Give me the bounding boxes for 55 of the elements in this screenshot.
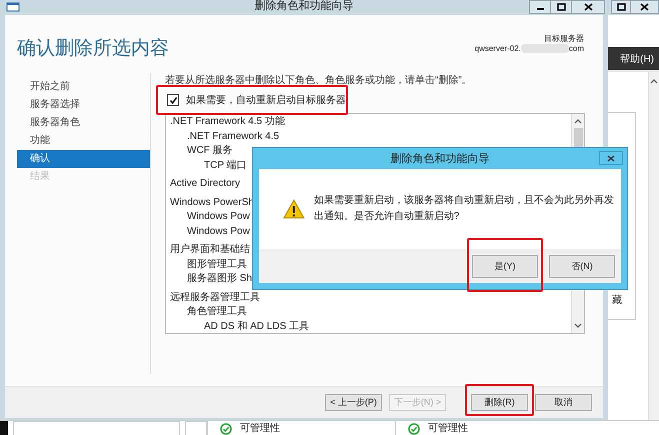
nav-item[interactable]: 确认	[17, 150, 150, 168]
nav-item[interactable]: 功能	[17, 132, 150, 150]
instruction-text: 若要从所选服务器中删除以下角色、角色服务或功能，请单击“删除”。	[165, 75, 473, 87]
list-item: AD DS 和 AD LDS 工具	[203, 320, 310, 334]
close-icon	[640, 3, 649, 11]
maximize-icon	[616, 3, 626, 11]
server-name: qwserver-02.	[474, 44, 521, 53]
list-item: 图形管理工具	[186, 258, 247, 272]
list-item: Windows Pow	[186, 210, 250, 224]
panel-text: 藏	[612, 294, 622, 307]
close-button[interactable]	[571, 0, 605, 14]
close-icon	[607, 154, 615, 162]
dialog-title: 删除角色和功能向导	[390, 152, 490, 166]
wizard-button[interactable]: 取消	[535, 394, 592, 411]
close-button[interactable]	[630, 0, 659, 14]
list-item: TCP 端口	[203, 158, 247, 172]
list-item: 角色管理工具	[186, 305, 247, 319]
help-menu[interactable]: 帮助(H)	[620, 52, 654, 66]
minimize-button[interactable]	[529, 0, 551, 14]
panel-edge	[0, 421, 8, 435]
warning-icon	[283, 199, 305, 219]
wizard-button[interactable]: < 上一步(P)	[325, 394, 382, 411]
scroll-up-icon[interactable]	[574, 118, 582, 124]
nav-item[interactable]: 服务器角色	[17, 114, 150, 132]
server-domain: com	[568, 44, 584, 53]
maximize-button[interactable]	[611, 0, 631, 14]
scroll-down-icon[interactable]	[574, 323, 582, 329]
list-item: 服务器图形 Sh	[186, 272, 252, 286]
window-icon	[6, 1, 20, 12]
list-item: .NET Framework 4.5	[186, 130, 280, 144]
list-item: .NET Framework 4.5 功能	[169, 115, 285, 129]
scroll-up-icon[interactable]	[650, 78, 658, 84]
dialog-button[interactable]: 否(N)	[549, 255, 615, 278]
window-title: 删除角色和功能向导	[254, 0, 354, 13]
nav-item[interactable]: 开始之前	[17, 78, 150, 96]
close-icon	[584, 3, 592, 11]
maximize-icon	[556, 3, 566, 11]
close-button[interactable]	[599, 151, 623, 165]
list-item: 远程服务器管理工具	[169, 290, 260, 304]
nav-item[interactable]: 服务器选择	[17, 96, 150, 114]
wizard-button[interactable]: 删除(R)	[471, 394, 528, 411]
target-server-label: 目标服务器	[544, 33, 584, 44]
checkbox[interactable]	[167, 94, 179, 106]
list-item: 用户界面和基础结	[169, 243, 250, 257]
page-heading: 确认删除所选内容	[17, 37, 169, 61]
status-tile[interactable]: 可管理性	[207, 421, 395, 435]
dialog-button[interactable]: 是(Y)	[472, 255, 538, 278]
maximize-button[interactable]	[550, 0, 572, 14]
status-tile[interactable]: 可管理性	[395, 421, 583, 435]
list-item: Windows Pow	[186, 224, 250, 238]
dialog-message: 如果需要重新启动，该服务器将自动重新启动，且不会为此另外再发出通知。是否允许自动重新启动?	[314, 194, 615, 224]
list-item: WCF 服务	[186, 144, 233, 158]
list-item: Active Directory	[169, 177, 240, 191]
checkbox-label[interactable]: 如果需要，自动重新启动目标服务器	[186, 93, 346, 107]
scrollbar[interactable]	[648, 72, 659, 420]
